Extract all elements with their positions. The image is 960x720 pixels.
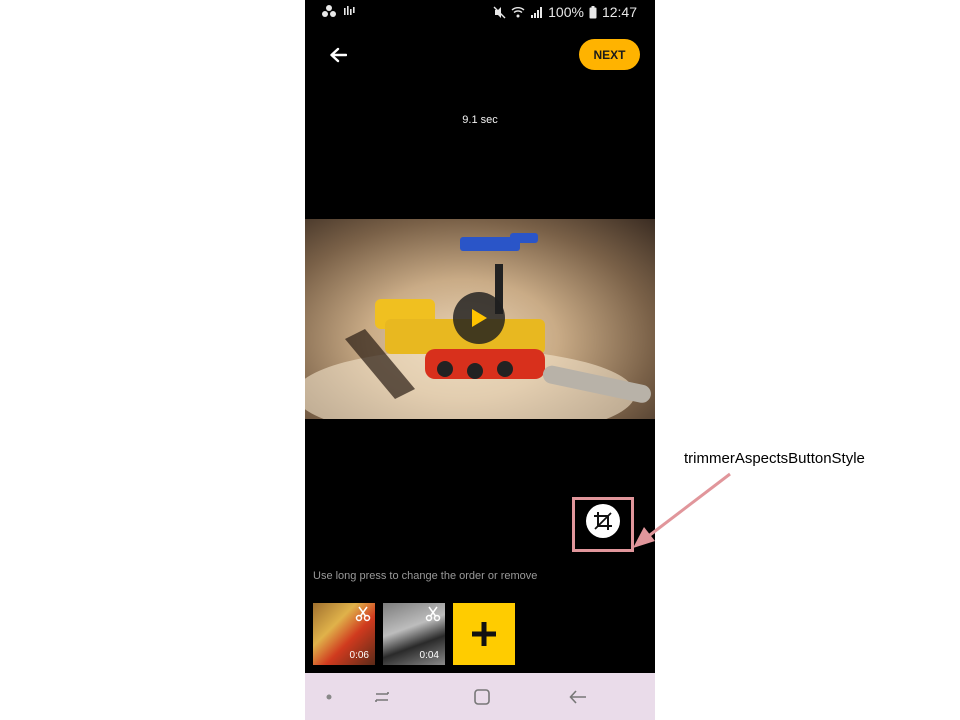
mute-icon: [493, 6, 506, 18]
battery-icon: [589, 5, 597, 18]
clip-duration: 0:04: [419, 650, 439, 661]
status-right: 100% 12:47: [493, 4, 637, 20]
nav-dot[interactable]: [315, 673, 343, 720]
status-bar: 100% 12:47: [305, 0, 655, 24]
app-dots-icon: [322, 5, 336, 17]
play-icon: [472, 309, 487, 327]
play-triangle: [472, 309, 487, 327]
add-clip-button[interactable]: [453, 603, 515, 665]
reorder-hint: Use long press to change the order or re…: [313, 570, 538, 582]
system-nav-bar: [305, 673, 655, 720]
arrow-left-icon: [330, 47, 347, 63]
back-icon: [569, 689, 586, 704]
annotation-label: trimmerAspectsButtonStyle: [684, 450, 865, 467]
home-icon: [474, 688, 490, 705]
clip-duration: 0:06: [349, 650, 369, 661]
annotation-highlight-box: [572, 497, 634, 552]
plus-icon: [472, 622, 496, 646]
recents-icon: [375, 691, 389, 702]
dot-icon: [326, 694, 332, 699]
nav-back[interactable]: [563, 673, 593, 720]
clip-thumbnail-1[interactable]: 0:06: [313, 603, 375, 665]
next-button[interactable]: NEXT: [579, 39, 640, 70]
nav-recents[interactable]: [367, 673, 397, 720]
phone-screen: 100% 12:47 NEXT 9.1 sec Use long press t…: [305, 0, 655, 720]
scissors-icon[interactable]: [355, 606, 371, 622]
voicemail-icon: [344, 6, 355, 15]
status-left: [321, 4, 355, 18]
clip-thumbnail-2[interactable]: 0:04: [383, 603, 445, 665]
video-preview[interactable]: [305, 219, 655, 419]
wifi-icon: [511, 7, 525, 18]
clock: 12:47: [601, 4, 637, 20]
video-duration: 9.1 sec: [462, 114, 498, 126]
nav-home[interactable]: [467, 673, 497, 720]
battery-percent: 100%: [548, 4, 584, 20]
back-button[interactable]: [323, 40, 353, 70]
signal-icon: [531, 7, 543, 18]
play-button[interactable]: [453, 292, 505, 344]
scissors-icon[interactable]: [425, 606, 441, 622]
